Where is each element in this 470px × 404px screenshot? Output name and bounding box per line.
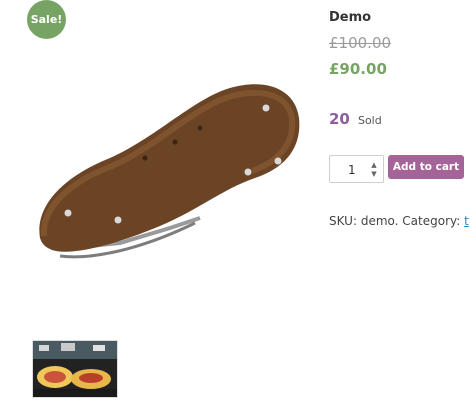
product-summary: Demo £100.00 £90.00 20 Sold 1 ▲ ▼ Add to… (329, 0, 470, 404)
quantity-value[interactable]: 1 (348, 163, 356, 177)
quantity-stepper[interactable]: 1 ▲ ▼ (329, 155, 384, 183)
product-gallery: Sale! (0, 0, 320, 404)
product-title: Demo (329, 10, 372, 25)
sold-counter: 20 Sold (329, 109, 382, 128)
category-label: Category: (402, 214, 461, 228)
sale-price: £90.00 (329, 60, 387, 78)
product-meta: SKU: demo. Category: t (329, 214, 469, 228)
sku-value: demo. (360, 214, 399, 228)
category-link[interactable]: t (464, 214, 469, 228)
regular-price: £100.00 (329, 34, 392, 52)
gallery-thumbnail[interactable] (32, 340, 118, 398)
sale-badge: Sale! (27, 0, 66, 39)
increment-arrow-icon[interactable]: ▲ (370, 161, 378, 169)
sold-label: Sold (357, 114, 382, 127)
add-to-cart-button[interactable]: Add to cart (388, 155, 464, 179)
main-product-image[interactable] (30, 78, 310, 268)
sold-count: 20 (329, 110, 350, 128)
sku-label: SKU: (329, 214, 357, 228)
decrement-arrow-icon[interactable]: ▼ (370, 170, 378, 178)
